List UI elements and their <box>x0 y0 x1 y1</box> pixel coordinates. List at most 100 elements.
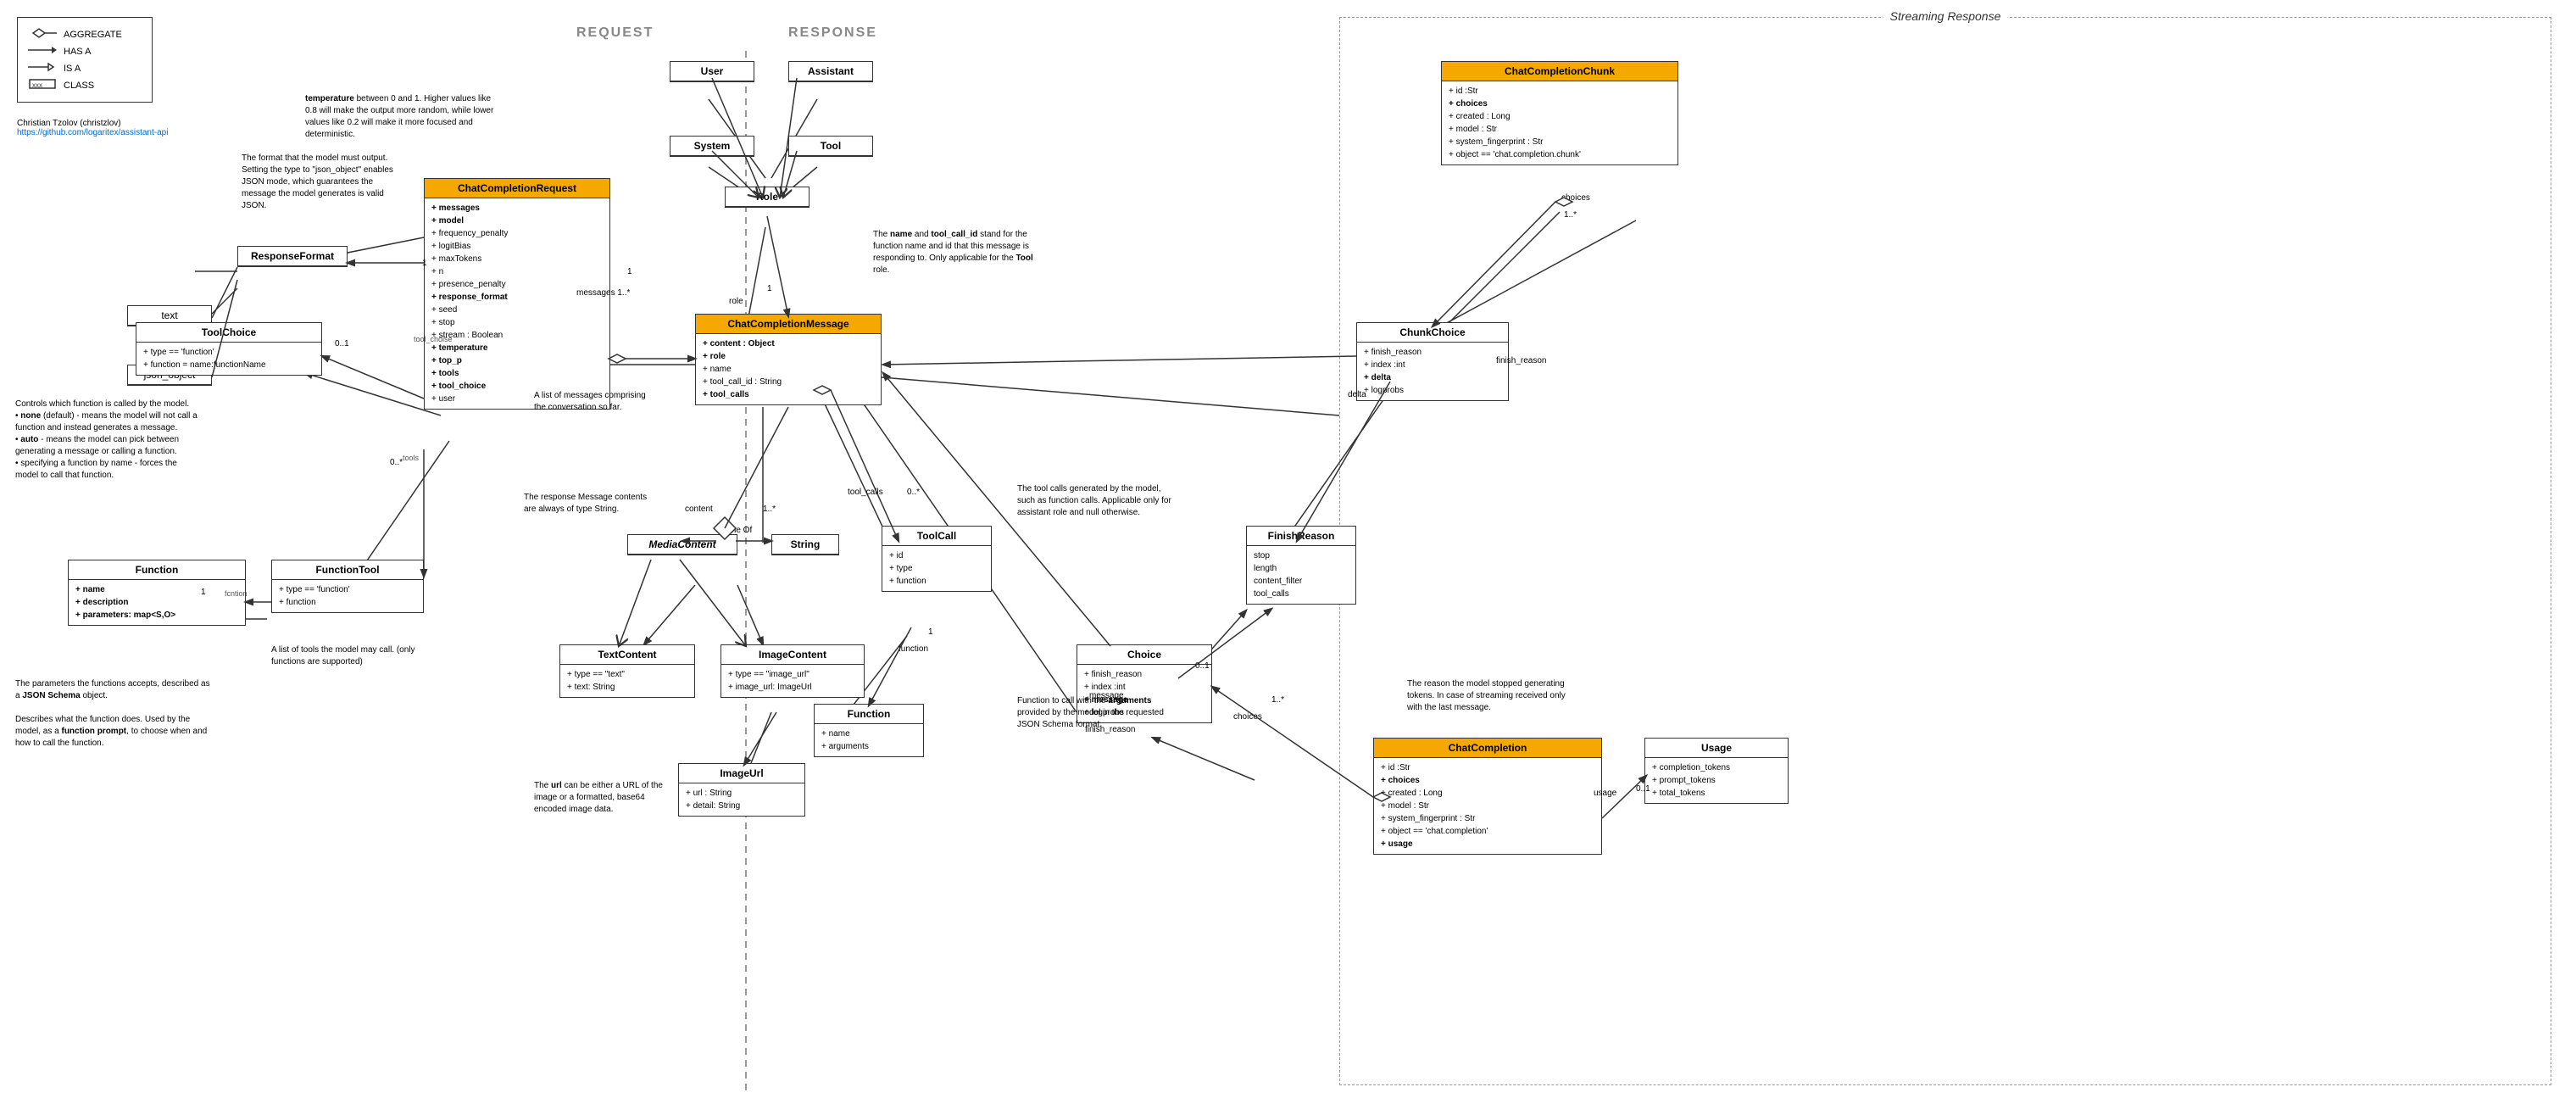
user-title: User <box>670 62 754 81</box>
ccm-title: ChatCompletionMessage <box>696 315 881 334</box>
tool-call-box: ToolCall + id + type + function <box>882 526 992 592</box>
comp-f5: + system_fingerprint : Str <box>1381 812 1594 825</box>
ccr-f5: + maxTokens <box>431 253 603 265</box>
mult-role-1: 1 <box>767 284 772 293</box>
fr-title: Function <box>815 705 923 724</box>
usage-mult: 0..1 <box>1636 784 1650 794</box>
ccm-f2: + role <box>703 350 874 363</box>
ccc-f4: + model : Str <box>1449 123 1671 136</box>
chat-completion-message-box: ChatCompletionMessage + content : Object… <box>695 314 882 405</box>
ccr-f1: + messages <box>431 202 603 215</box>
image-url-box: ImageUrl + url : String + detail: String <box>678 763 805 817</box>
cc-body: + finish_reason + index :int + delta + l… <box>1357 343 1508 400</box>
legend-hasa: HAS A <box>28 44 142 59</box>
ccr-f9: + seed <box>431 304 603 316</box>
cc-f4: + logprobs <box>1364 384 1501 397</box>
usage-title: Usage <box>1645 739 1788 758</box>
legend-aggregate: AGGREGATE <box>28 27 142 42</box>
usage-f1: + completion_tokens <box>1652 761 1781 774</box>
author-info: Christian Tzolov (christzlov) https://gi… <box>17 119 168 137</box>
tools-label: tools <box>403 454 419 462</box>
function-left-box: Function + name + description + paramete… <box>68 560 246 626</box>
function-left-title: Function <box>69 560 245 580</box>
image-url-annotation: The url can be either a URL of the image… <box>534 780 670 816</box>
tool-choice-body: + type == 'function' + function = name:f… <box>136 343 321 375</box>
author-github[interactable]: https://github.com/logaritex/assistant-a… <box>17 128 168 137</box>
svg-text:xxx: xxx <box>32 81 42 89</box>
messages-list-annotation: A list of messages comprising the conver… <box>534 390 653 414</box>
iu-f2: + detail: String <box>686 800 798 812</box>
ccm-f4: + tool_call_id : String <box>703 376 874 388</box>
message-label-2: message <box>1089 691 1124 700</box>
tc-f1: + type == "text" <box>567 668 687 681</box>
chat-completion-chunk-box: ChatCompletionChunk + id :Str + choices … <box>1441 61 1678 165</box>
choices-mult-2: 1..* <box>1271 695 1284 705</box>
ic-body: + type == "image_url" + image_url: Image… <box>721 665 864 697</box>
mult-function: function <box>899 644 928 654</box>
ccm-f1: + content : Object <box>703 337 874 350</box>
user-box: User <box>670 61 754 82</box>
mult-0star: 0..* <box>907 488 920 497</box>
ccr-f10: + stop <box>431 316 603 329</box>
choice-title: Choice <box>1077 645 1211 665</box>
one-of-diamond <box>712 516 737 541</box>
fr-stop: stop <box>1254 549 1349 562</box>
function-left-f2: + description <box>75 596 238 609</box>
legend-isa-label: IS A <box>64 64 81 74</box>
request-label: REQUEST <box>576 25 654 41</box>
usage-box: Usage + completion_tokens + prompt_token… <box>1644 738 1789 804</box>
ccr-f4: + logitBias <box>431 240 603 253</box>
tool-choice-title: ToolChoice <box>136 323 321 343</box>
delta-label: delta <box>1348 390 1366 399</box>
cc-f2: + index :int <box>1364 359 1501 371</box>
ccc-f6: + object == 'chat.completion.chunk' <box>1449 148 1671 161</box>
ccr-f3: + frequency_penalty <box>431 227 603 240</box>
author-name: Christian Tzolov (christzlov) <box>17 119 168 128</box>
function-tool-box: FunctionTool + type == 'function' + func… <box>271 560 424 613</box>
legend-isa: IS A <box>28 61 142 75</box>
ccc-f3: + created : Long <box>1449 110 1671 123</box>
usage-f2: + prompt_tokens <box>1652 774 1781 787</box>
ccc-f5: + system_fingerprint : Str <box>1449 136 1671 148</box>
fr-tc: tool_calls <box>1254 588 1349 600</box>
name-tool-call-annotation: The name and tool_call_id stand for the … <box>873 229 1043 276</box>
tool-box: Tool <box>788 136 873 157</box>
mult-rformat-1: 1 <box>422 259 427 268</box>
function-left-body: + name + description + parameters: map<S… <box>69 580 245 625</box>
comp-f3: + created : Long <box>1381 787 1594 800</box>
fr-f2: + arguments <box>821 740 916 753</box>
system-box: System <box>670 136 754 157</box>
cc-f1: + finish_reason <box>1364 346 1501 359</box>
function-tool-title: FunctionTool <box>272 560 423 580</box>
legend-class-label: CLASS <box>64 81 94 91</box>
response-format-title: ResponseFormat <box>238 247 347 266</box>
choices-label-2: choices <box>1233 712 1262 722</box>
ccr-f14: + tools <box>431 367 603 380</box>
ccr-f6: + n <box>431 265 603 278</box>
tool-choice-box: ToolChoice + type == 'function' + functi… <box>136 322 322 376</box>
finish-reason-box: FinishReason stop length content_filter … <box>1246 526 1356 605</box>
mult-1: 1 <box>627 267 632 276</box>
mult-toolcalls: tool_calls <box>848 488 883 497</box>
legend-aggregate-label: AGGREGATE <box>64 30 122 40</box>
system-title: System <box>670 137 754 156</box>
text-content-box: TextContent + type == "text" + text: Str… <box>559 644 695 698</box>
comp-f4: + model : Str <box>1381 800 1594 812</box>
ccr-f12: + temperature <box>431 342 603 354</box>
legend-hasa-label: HAS A <box>64 47 91 57</box>
response-contents-annotation: The response Message contents are always… <box>524 492 651 516</box>
ft-field-2: + function <box>279 596 416 609</box>
function-tool-body: + type == 'function' + function <box>272 580 423 612</box>
tool-choice-field-1: + type == 'function' <box>143 346 314 359</box>
mult-1-func: 1 <box>928 627 933 637</box>
ic-f1: + type == "image_url" <box>728 668 857 681</box>
tc2-f3: + function <box>889 575 984 588</box>
iu-f1: + url : String <box>686 787 798 800</box>
diagram-container: AGGREGATE HAS A IS A xxx CLASS Christian… <box>0 0 2576 1115</box>
mult-role: role <box>729 297 743 306</box>
tool-choise-label: tool_choise <box>414 335 453 343</box>
response-format-box: ResponseFormat <box>237 246 348 267</box>
mult-messages: messages 1..* <box>576 288 630 298</box>
ccr-body: + messages + model + frequency_penalty +… <box>425 198 609 409</box>
usage-body: + completion_tokens + prompt_tokens + to… <box>1645 758 1788 803</box>
